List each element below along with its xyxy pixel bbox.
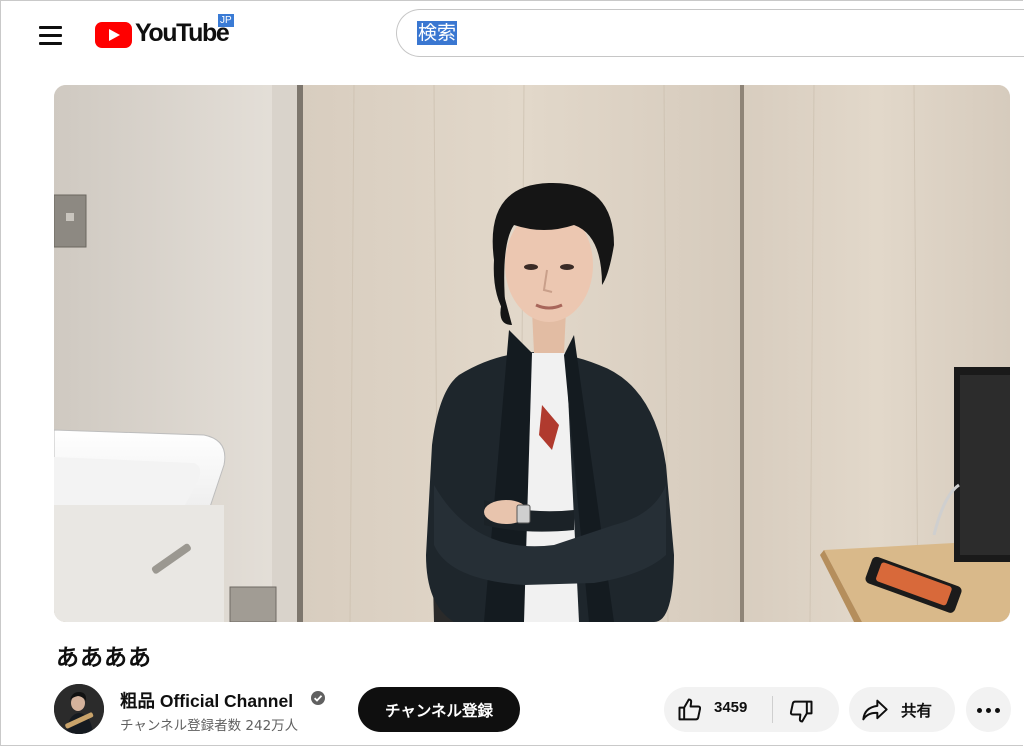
like-button[interactable]: 3459 [664, 687, 772, 732]
search-input-value: 検索 [417, 21, 458, 45]
channel-name-link[interactable]: 粗品 Official Channel [120, 688, 293, 713]
menu-icon[interactable] [32, 18, 68, 54]
youtube-logo[interactable]: YouTube JP [95, 14, 255, 54]
video-title: ああああ [56, 645, 152, 671]
video-frame-image [54, 85, 1010, 622]
share-button[interactable]: 共有 [849, 687, 955, 732]
channel-avatar[interactable] [54, 684, 104, 734]
like-dislike-group: 3459 [664, 687, 839, 732]
subscribe-button[interactable]: チャンネル登録 [358, 687, 520, 732]
thumbs-up-icon [678, 698, 702, 721]
dislike-button[interactable] [773, 687, 839, 732]
region-badge: JP [218, 14, 234, 27]
more-actions-icon[interactable] [966, 687, 1011, 732]
like-count: 3459 [714, 699, 748, 716]
logo-text: YouTube [135, 19, 230, 47]
video-player[interactable] [54, 85, 1010, 622]
subscriber-count: チャンネル登録者数 242万人 [120, 718, 299, 734]
share-label: 共有 [901, 702, 933, 720]
share-arrow-icon [862, 699, 888, 721]
search-input[interactable]: 検索 [396, 9, 1024, 57]
youtube-play-icon [95, 22, 132, 48]
thumbs-down-icon [789, 700, 813, 723]
avatar-image [54, 684, 104, 734]
verified-badge-icon [311, 691, 325, 705]
